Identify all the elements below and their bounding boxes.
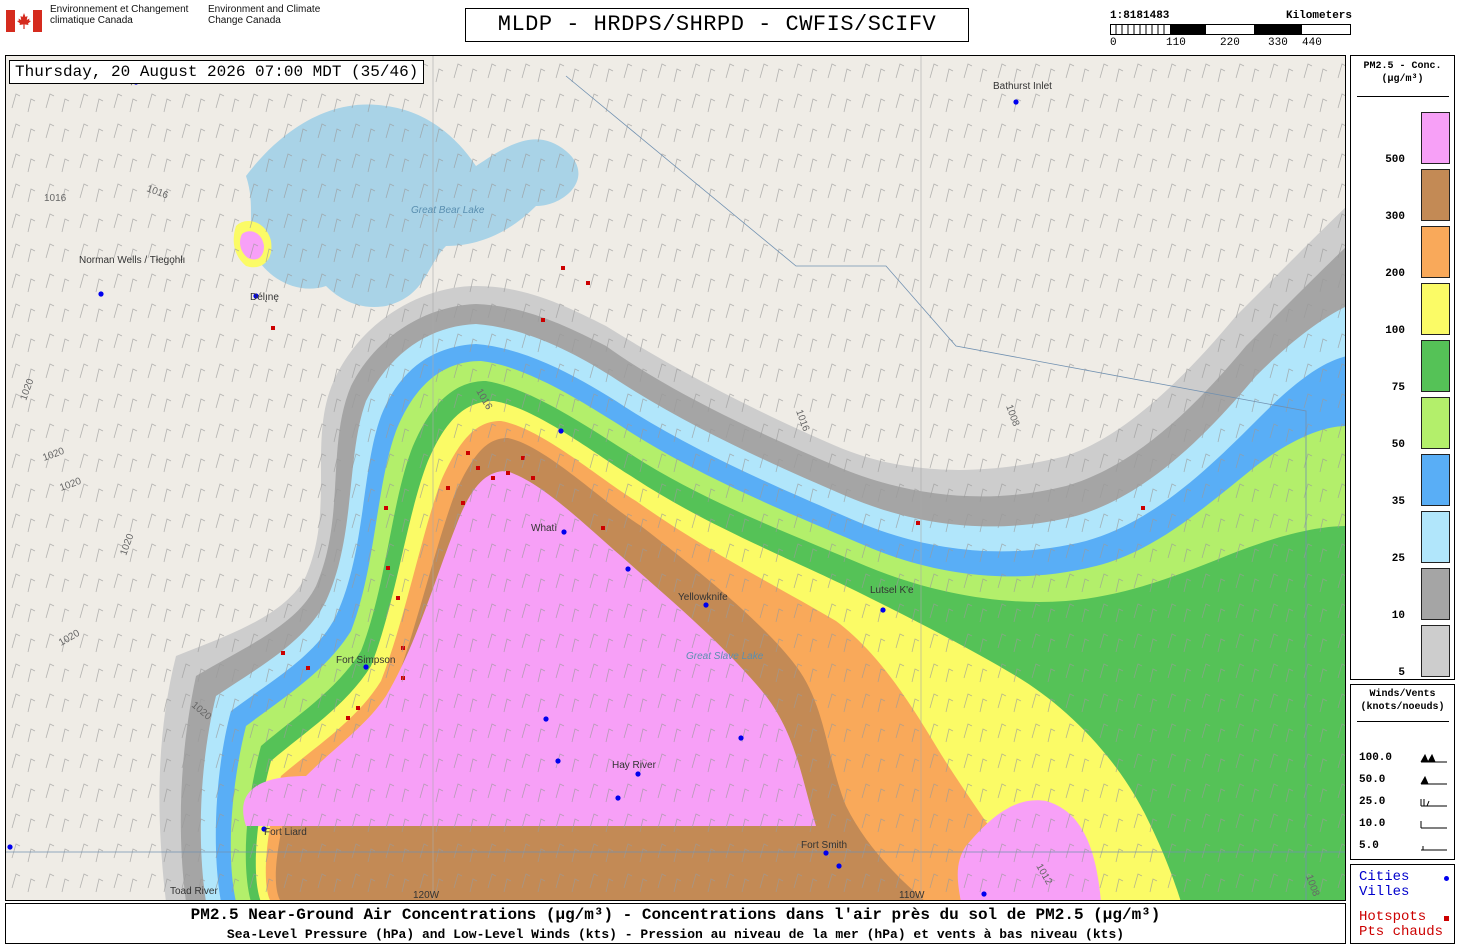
city-label-fort-smith: Fort Smith: [801, 840, 847, 851]
wind-legend-title: Winds/Vents (knots/noeuds): [1360, 689, 1445, 713]
city-label-hay-river: Hay River: [612, 760, 657, 771]
product-title: MLDP - HRDPS/SHRPD - CWFIS/SCIFV: [465, 8, 969, 42]
swatch-label-10: 10: [1391, 610, 1405, 622]
swatch-label-25: 25: [1391, 553, 1405, 565]
map-canvas[interactable]: 1016 1016 1016 1020 1020 1020 1020 1020 …: [6, 56, 1346, 901]
concentration-legend: PM2.5 - Conc. (µg/m³) 500 300 200 100 75…: [1350, 55, 1455, 680]
wind-label-25: 25.0: [1359, 796, 1386, 808]
swatch-35: [1421, 454, 1450, 506]
swatch-label-100: 100: [1385, 325, 1405, 337]
scale-bar: 1:8181483 Kilometers 0 110 220 330 440: [1110, 10, 1352, 50]
cities-label-fr: Villes: [1359, 884, 1410, 900]
swatch-label-500: 500: [1385, 154, 1405, 166]
agency-name-en: Environment and Climate Change Canada: [208, 4, 321, 26]
swatch-100: [1421, 283, 1450, 335]
city-label-fort-simpson: Fort Simpson: [336, 655, 395, 666]
scale-ratio: 1:8181483: [1110, 10, 1170, 22]
swatch-label-300: 300: [1385, 211, 1405, 223]
lake-label-great-bear: Great Bear Lake: [411, 205, 485, 216]
hotspots-legend-label: Hotspots Pts chauds: [1359, 910, 1443, 940]
agency-logo: [6, 10, 42, 32]
swatch-500: [1421, 112, 1450, 164]
wind-label-10: 10.0: [1359, 818, 1386, 830]
swatch-200: [1421, 226, 1450, 278]
concentration-legend-title: PM2.5 - Conc. (µg/m³): [1363, 61, 1442, 85]
city-label-yellowknife: Yellowknife: [678, 592, 728, 603]
wind-row-5: 5.0: [1359, 840, 1451, 856]
svg-text:1016: 1016: [44, 193, 67, 204]
scale-bar-graphic: [1110, 24, 1351, 35]
hotspot-square-icon: [1444, 916, 1449, 921]
agency-name-fr: Environnement et Changement climatique C…: [50, 4, 189, 26]
city-label-lutsel-ke: Lutsel K'e: [870, 585, 914, 596]
footer-line-2: Sea-Level Pressure (hPa) and Low-Level W…: [226, 927, 1125, 942]
wind-barb-10-icon: [1420, 821, 1447, 829]
legend-divider: [1357, 96, 1449, 97]
meridian-110w: 110W: [899, 890, 925, 901]
wind-barb-50-icon: [1420, 776, 1447, 785]
city-label-fort-liard: Fort Liard: [264, 827, 307, 838]
swatch-label-50: 50: [1391, 439, 1405, 451]
wind-barbs: [6, 56, 1345, 900]
wind-barb-5-icon: [1421, 846, 1447, 851]
wind-legend: Winds/Vents (knots/noeuds) 100.0 50.0 25…: [1350, 684, 1455, 860]
hotspots-label-fr: Pts chauds: [1359, 924, 1444, 940]
scale-tick-3: 330: [1268, 37, 1288, 49]
wind-row-100: 100.0: [1359, 752, 1451, 768]
cities-label-en: Cities: [1359, 869, 1410, 885]
swatch-label-200: 200: [1385, 268, 1405, 280]
scale-tick-0: 0: [1110, 37, 1117, 49]
wind-row-25: 25.0: [1359, 796, 1451, 812]
wind-barb-25-icon: [1420, 799, 1447, 807]
wind-row-10: 10.0: [1359, 818, 1451, 834]
city-label-whati: Whatì: [531, 523, 557, 534]
scale-units: Kilometers: [1285, 10, 1352, 22]
wind-label-100: 100.0: [1359, 752, 1393, 764]
swatch-label-5: 5: [1398, 667, 1405, 679]
legend-divider: [1357, 721, 1449, 722]
points-legend: Cities Villes Hotspots Pts chauds: [1350, 864, 1455, 944]
swatch-10: [1421, 568, 1450, 620]
swatch-label-35: 35: [1391, 496, 1405, 508]
cities-legend-label: Cities Villes: [1359, 870, 1409, 900]
swatch-25: [1421, 511, 1450, 563]
forecast-timestamp: Thursday, 20 August 2026 07:00 MDT (35/4…: [9, 60, 425, 84]
city-dot-icon: [1444, 876, 1449, 881]
wind-barb-100-icon: [1420, 754, 1447, 763]
lake-label-great-slave: Great Slave Lake: [686, 651, 764, 662]
city-label-toad-river: Toad River: [170, 886, 218, 897]
hotspots-label-en: Hotspots: [1359, 909, 1427, 925]
scale-tick-1: 110: [1166, 37, 1186, 49]
footer-caption: PM2.5 Near-Ground Air Concentrations (µg…: [5, 903, 1346, 944]
swatch-5: [1421, 625, 1450, 677]
canada-flag-icon: [6, 10, 42, 32]
meridian-120w: 120W: [413, 890, 440, 901]
swatch-300: [1421, 169, 1450, 221]
header: Environnement et Changement climatique C…: [0, 0, 1460, 52]
scale-tick-4: 440: [1302, 37, 1322, 49]
city-label-norman-wells: Norman Wells / Tłegǫhłı: [79, 255, 185, 266]
swatch-75: [1421, 340, 1450, 392]
wind-label-5: 5.0: [1359, 840, 1379, 852]
city-label-deline: Délı̨nę: [250, 292, 279, 303]
wind-label-50: 50.0: [1359, 774, 1386, 786]
swatch-label-75: 75: [1391, 382, 1405, 394]
scale-tick-2: 220: [1220, 37, 1240, 49]
city-label-bathurst-inlet: Bathurst Inlet: [993, 81, 1052, 92]
wind-row-50: 50.0: [1359, 774, 1451, 790]
swatch-50: [1421, 397, 1450, 449]
footer-line-1: PM2.5 Near-Ground Air Concentrations (µg…: [190, 906, 1161, 924]
map-panel[interactable]: 1016 1016 1016 1020 1020 1020 1020 1020 …: [5, 55, 1346, 901]
